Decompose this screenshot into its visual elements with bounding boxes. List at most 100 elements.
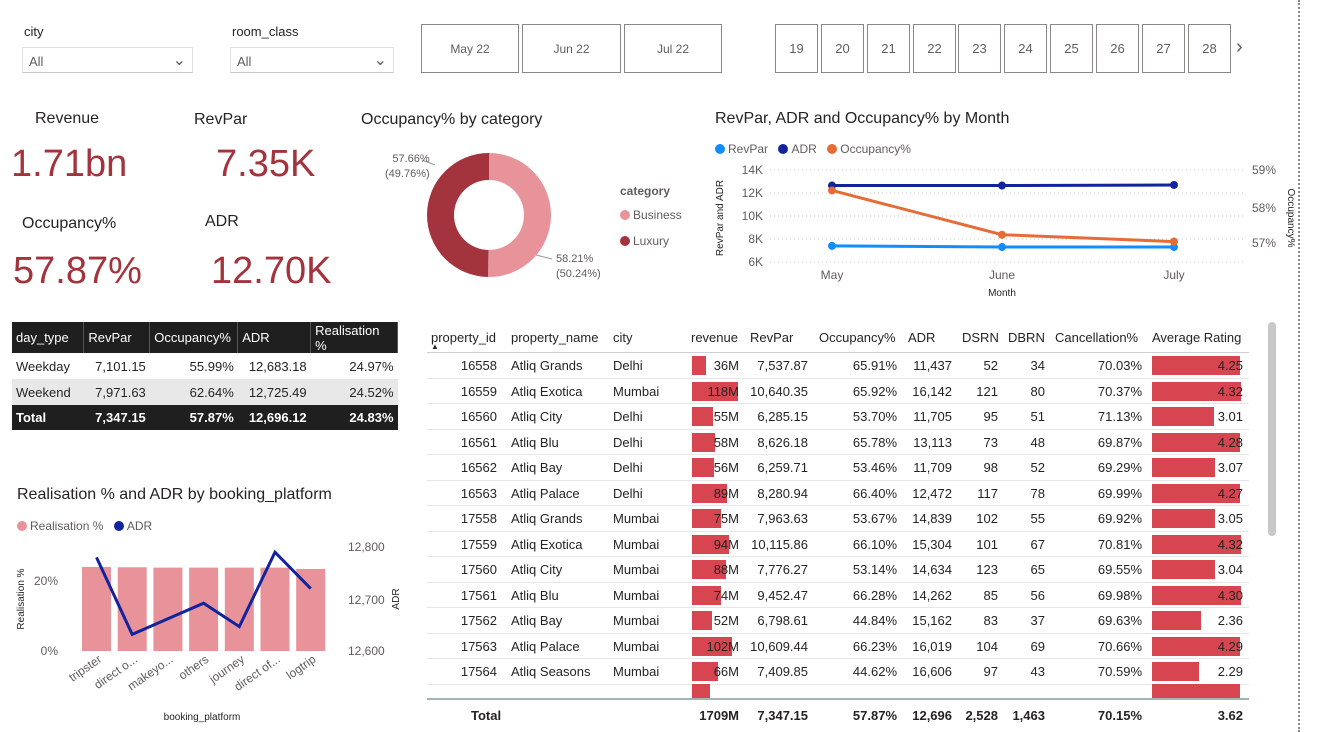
table-row[interactable]: 16559 Atliq Exotica Mumbai 118M 10,640.35 65.… — [427, 379, 1249, 404]
week-tile[interactable]: 26 — [1096, 24, 1139, 73]
week-tile[interactable]: 28 — [1188, 24, 1231, 73]
column-header[interactable]: city — [613, 322, 633, 352]
table-row[interactable]: 16562 Atliq Bay Delhi 56M 6,259.71 53.46% 11,7… — [427, 455, 1249, 481]
month-tile-jul[interactable]: Jul 22 — [624, 24, 722, 73]
column-header[interactable]: ADR — [908, 322, 935, 352]
column-header[interactable]: ADR — [237, 322, 312, 353]
table-row[interactable]: 17559 Atliq Exotica Mumbai 94M 10,115.86 66.1… — [427, 532, 1249, 557]
dsrn: 95 — [983, 409, 998, 424]
revpar: 6,285.15 — [757, 409, 808, 424]
total-rating: 3.62 — [1217, 708, 1243, 723]
table-row[interactable]: 17561 Atliq Blu Mumbai 74M 9,452.47 66.28% 14,… — [427, 583, 1249, 608]
property-id: 16560 — [460, 409, 497, 424]
donut-legend-luxury[interactable]: Luxury — [620, 232, 675, 250]
x-tick: July — [1163, 268, 1184, 282]
column-header[interactable]: Average Rating — [1152, 322, 1241, 352]
week-tile[interactable]: 27 — [1142, 24, 1185, 73]
table-cell: 12,683.18 — [248, 358, 307, 374]
table-row[interactable]: 16563 Atliq Palace Delhi 89M 8,280.94 66.40% 1… — [427, 481, 1249, 506]
table-row[interactable]: 17558 Atliq Grands Mumbai 75M 7,963.63 53.67%… — [427, 506, 1249, 532]
week-tile[interactable]: 20 — [821, 24, 864, 73]
week-tile[interactable]: 22 — [913, 24, 956, 73]
table-row[interactable]: 17560 Atliq City Mumbai 88M 7,776.27 53.14% 14… — [427, 557, 1249, 583]
property-id: 16559 — [460, 383, 497, 399]
bar-realisation — [296, 568, 326, 651]
total-adr: 12,696 — [912, 708, 952, 723]
table-row[interactable]: 17563 Atliq Palace Mumbai 102M 10,609.44 66.2… — [427, 634, 1249, 659]
table-row[interactable]: 17562 Atliq Bay Mumbai 52M 6,798.61 44.84% 15,… — [427, 608, 1249, 634]
adr: 16,019 — [912, 638, 952, 654]
occupancy: 44.84% — [852, 613, 897, 628]
property-id: 17563 — [460, 638, 497, 654]
table-row[interactable]: 16558 Atliq Grands Delhi 36M 7,537.87 65.91% 1… — [427, 353, 1249, 379]
revenue: 55M — [713, 409, 739, 424]
property-name: Atliq Seasons — [511, 664, 591, 679]
column-header[interactable]: property_id — [431, 322, 511, 352]
average-rating: 4.32 — [1217, 536, 1243, 552]
city: Mumbai — [613, 638, 660, 654]
legend-dot-icon — [620, 210, 630, 220]
column-header[interactable]: Realisation % — [310, 322, 398, 353]
column-header[interactable]: Occupancy% — [819, 322, 896, 352]
line-chart-title: RevPar, ADR and Occupancy% by Month — [715, 110, 1010, 127]
total-revenue: 1709M — [699, 708, 739, 723]
table-row[interactable]: 16561 Atliq Blu Delhi 58M 8,626.18 65.78% 13,1… — [427, 430, 1249, 455]
dsrn: 73 — [983, 434, 998, 450]
revpar: 7,776.27 — [757, 562, 808, 577]
city-dropdown[interactable]: All ⌄ — [22, 47, 193, 73]
dbrn: 37 — [1030, 613, 1045, 628]
week-tile[interactable]: 25 — [1050, 24, 1093, 73]
rating-bar — [1152, 662, 1200, 681]
month-tile-may[interactable]: May 22 — [421, 24, 519, 73]
adr-value: 12.70K — [211, 250, 332, 292]
property-name: Atliq Grands — [511, 511, 583, 526]
data-point — [828, 241, 836, 250]
column-header[interactable]: day_type — [12, 322, 85, 353]
donut-label-luxury-value: 57.66% — [392, 153, 430, 165]
cancellation: 70.03% — [1097, 358, 1142, 373]
cancellation: 69.98% — [1097, 587, 1142, 603]
dbrn: 43 — [1030, 664, 1045, 679]
cancellation: 71.13% — [1097, 409, 1142, 424]
city: Mumbai — [613, 511, 660, 526]
dsrn: 121 — [976, 383, 998, 399]
column-header[interactable]: revenue — [691, 322, 738, 352]
column-header[interactable]: DBRN — [1008, 322, 1045, 352]
platform-chart: 20% 0% 12,800 12,700 12,600 Realisation … — [16, 540, 402, 723]
bar-realisation — [260, 567, 290, 651]
column-header[interactable]: DSRN — [962, 322, 999, 352]
table-cell: 7,101.15 — [95, 358, 146, 374]
table-row[interactable]: 17564 Atliq Seasons Mumbai 66M 7,409.85 44.62… — [427, 659, 1249, 685]
column-header[interactable]: RevPar — [83, 322, 151, 353]
column-header[interactable]: Occupancy% — [149, 322, 239, 353]
legend-business-label: Business — [633, 208, 682, 222]
dsrn: 85 — [983, 587, 998, 603]
revpar-label: RevPar — [194, 111, 248, 128]
legend-dot-icon — [113, 521, 124, 531]
column-header[interactable]: RevPar — [750, 322, 793, 352]
revenue: 74M — [713, 587, 739, 603]
table-scrollbar[interactable] — [1268, 322, 1276, 536]
revpar: 7,537.87 — [757, 358, 808, 373]
revpar: 10,115.86 — [751, 536, 808, 552]
column-header[interactable]: property_name — [511, 322, 598, 352]
column-header[interactable]: Cancellation% — [1055, 322, 1138, 352]
week-tile[interactable]: 24 — [1004, 24, 1047, 73]
donut-legend-business[interactable]: Business — [620, 206, 688, 224]
week-tile[interactable]: 21 — [867, 24, 910, 73]
table-row[interactable]: 16560 Atliq City Delhi 55M 6,285.15 53.70% 11,… — [427, 404, 1249, 430]
y-tick: 10K — [742, 209, 763, 223]
month-tile-jun[interactable]: Jun 22 — [522, 24, 621, 73]
revpar: 8,280.94 — [757, 485, 808, 501]
week-tile[interactable]: 23 — [958, 24, 1001, 73]
week-tile[interactable]: 19 — [775, 24, 818, 73]
chevron-right-icon[interactable]: › — [1236, 36, 1243, 59]
cancellation: 69.87% — [1097, 434, 1142, 450]
revenue-bar — [692, 356, 706, 375]
room-class-dropdown[interactable]: All ⌄ — [230, 47, 394, 73]
data-point — [998, 181, 1006, 190]
cancellation: 70.66% — [1097, 638, 1142, 654]
revenue: 66M — [713, 664, 739, 679]
sort-ascending-icon[interactable]: ▲ — [431, 342, 439, 351]
city: Mumbai — [613, 562, 660, 577]
